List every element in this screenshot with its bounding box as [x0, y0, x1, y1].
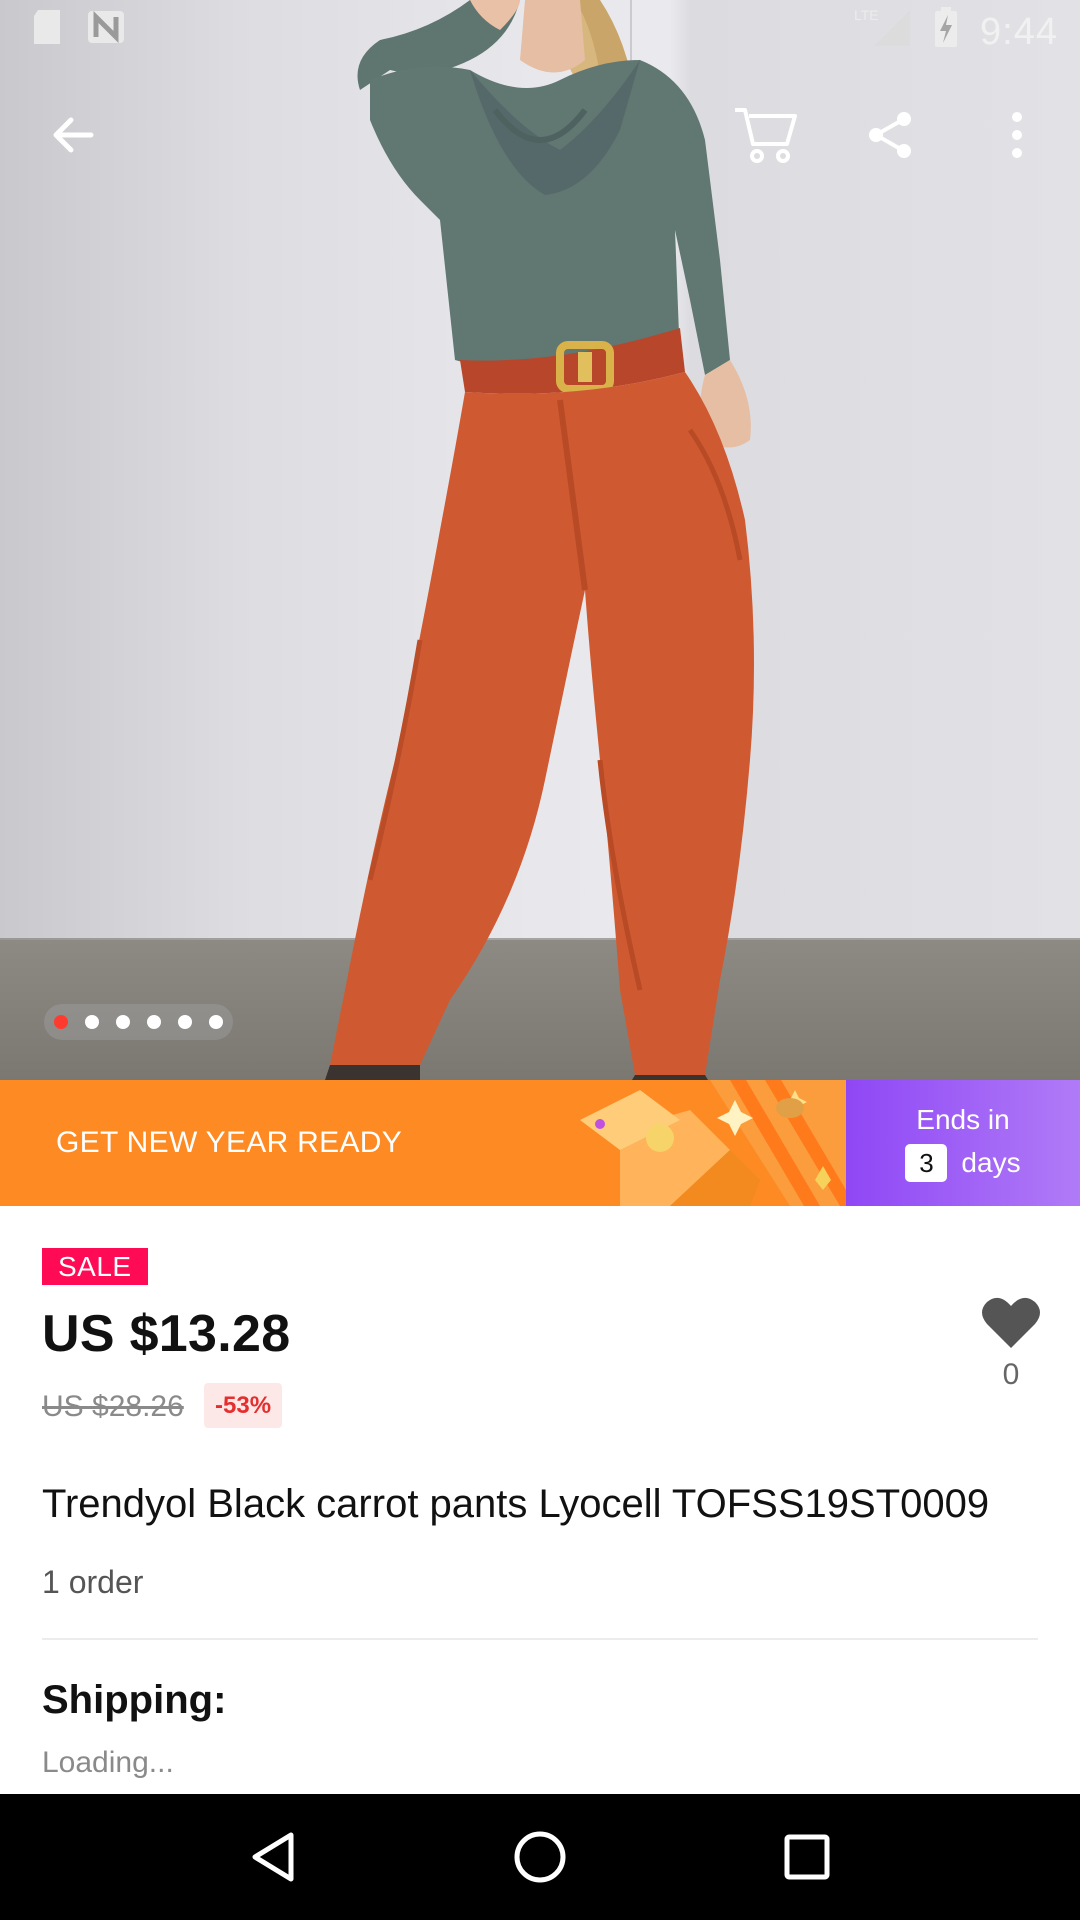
- section-divider: [42, 1638, 1038, 1640]
- sale-badge: SALE: [42, 1248, 148, 1285]
- current-price: US $13.28: [42, 1305, 291, 1363]
- ends-in-label: Ends in: [916, 1104, 1010, 1135]
- gallery-dot[interactable]: [147, 1015, 161, 1029]
- status-bar: LTE 9:44: [0, 0, 1080, 64]
- status-right: LTE 9:44: [852, 6, 1058, 58]
- sd-card-icon: [30, 8, 64, 56]
- discount-badge: -53%: [204, 1383, 283, 1428]
- more-options-button[interactable]: [972, 90, 1062, 180]
- gift-box-illustration: [580, 1080, 846, 1206]
- product-title: Trendyol Black carrot pants Lyocell TOFS…: [42, 1482, 990, 1526]
- countdown: Ends in 3 days: [846, 1080, 1080, 1206]
- shipping-value: Loading...: [42, 1746, 174, 1779]
- share-button[interactable]: [845, 90, 935, 180]
- shipping-label: Shipping:: [42, 1678, 227, 1722]
- nav-home-icon: [514, 1831, 566, 1883]
- wishlist-count: 0: [1002, 1358, 1020, 1391]
- promo-title: GET NEW YEAR READY: [56, 1126, 403, 1159]
- system-nav-bar: [0, 1794, 1080, 1920]
- back-button[interactable]: [28, 90, 118, 180]
- cart-icon: [735, 108, 797, 163]
- network-label: LTE: [854, 7, 879, 23]
- nav-home-button[interactable]: [490, 1807, 590, 1907]
- promo-campaign[interactable]: GET NEW YEAR READY: [0, 1080, 846, 1206]
- order-count: 1 order: [42, 1564, 144, 1600]
- nav-recents-button[interactable]: [757, 1807, 857, 1907]
- more-vertical-icon: [1012, 112, 1022, 158]
- nav-recents-icon: [784, 1834, 830, 1880]
- heart-icon: [982, 1297, 1040, 1348]
- gallery-dot[interactable]: [116, 1015, 130, 1029]
- countdown-row: 3 days: [905, 1144, 1021, 1182]
- status-left: [30, 8, 126, 56]
- share-icon: [869, 112, 911, 158]
- cart-button[interactable]: [720, 90, 810, 180]
- arrow-left-icon: [53, 117, 94, 153]
- days-count: 3: [905, 1144, 948, 1182]
- original-price: US $28.26: [42, 1390, 184, 1423]
- product-image-gallery[interactable]: LTE 9:44: [0, 0, 1080, 1080]
- top-toolbar: [0, 90, 1080, 180]
- gallery-pagination: [44, 1004, 233, 1040]
- status-time: 9:44: [980, 10, 1058, 53]
- gallery-dot[interactable]: [209, 1015, 223, 1029]
- battery-charging-icon: [934, 7, 958, 57]
- nfc-icon: [86, 9, 126, 55]
- gallery-dot[interactable]: [85, 1015, 99, 1029]
- wishlist-button[interactable]: 0: [970, 1296, 1052, 1392]
- nav-back-icon: [252, 1832, 294, 1882]
- nav-back-button[interactable]: [223, 1807, 323, 1907]
- signal-icon: LTE: [852, 6, 912, 58]
- promo-banner[interactable]: GET NEW YEAR READY Ends in 3 days: [0, 1080, 1080, 1206]
- gallery-dot[interactable]: [54, 1015, 68, 1029]
- days-unit: days: [961, 1147, 1021, 1178]
- gallery-dot[interactable]: [178, 1015, 192, 1029]
